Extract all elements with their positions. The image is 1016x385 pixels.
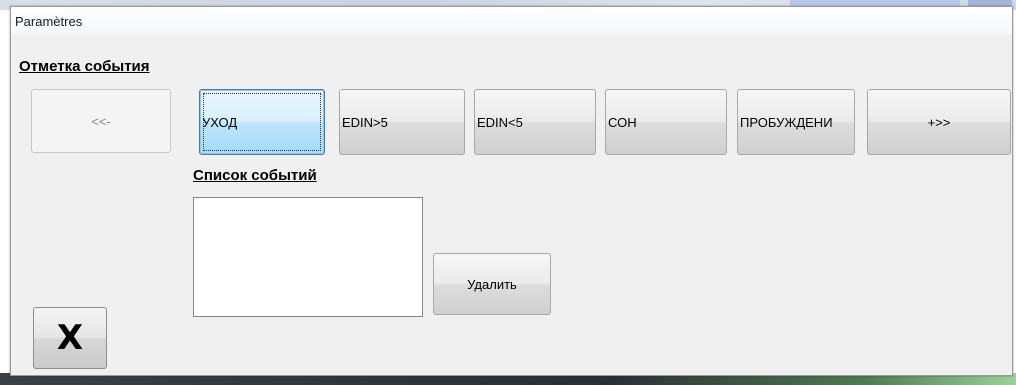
close-button[interactable]: X [33, 307, 107, 369]
event-list-label: Список событий [193, 167, 317, 184]
event-button-ukhod[interactable]: УХОД [199, 89, 325, 155]
next-events-button-label: +>> [927, 114, 951, 130]
event-button-label: СОН [608, 114, 637, 130]
delete-event-button[interactable]: Удалить [433, 253, 551, 315]
screen: Paramètres Отметка события <<- УХОД EDIN… [0, 0, 1016, 385]
event-button-label: EDIN>5 [342, 114, 388, 130]
event-button-edin-greater-5[interactable]: EDIN>5 [339, 89, 465, 155]
event-button-label: УХОД [202, 114, 238, 130]
next-events-button[interactable]: +>> [867, 89, 1011, 155]
close-icon: X [56, 318, 84, 358]
previous-events-button[interactable]: <<- [31, 89, 171, 153]
dialog-titlebar[interactable]: Paramètres [11, 7, 1012, 35]
delete-event-button-label: Удалить [467, 276, 517, 292]
event-list-box[interactable] [193, 197, 423, 317]
event-button-label: ПРОБУЖДЕНИ [740, 114, 833, 130]
event-button-label: EDIN<5 [477, 114, 523, 130]
event-button-probuzhdenie[interactable]: ПРОБУЖДЕНИ [737, 89, 855, 155]
event-button-edin-less-5[interactable]: EDIN<5 [474, 89, 596, 155]
event-mark-label: Отметка события [19, 58, 150, 75]
previous-events-button-label: <<- [91, 113, 111, 129]
event-button-son[interactable]: СОН [605, 89, 727, 155]
parameters-dialog: Paramètres Отметка события <<- УХОД EDIN… [10, 6, 1013, 376]
dialog-title: Paramètres [15, 14, 83, 29]
